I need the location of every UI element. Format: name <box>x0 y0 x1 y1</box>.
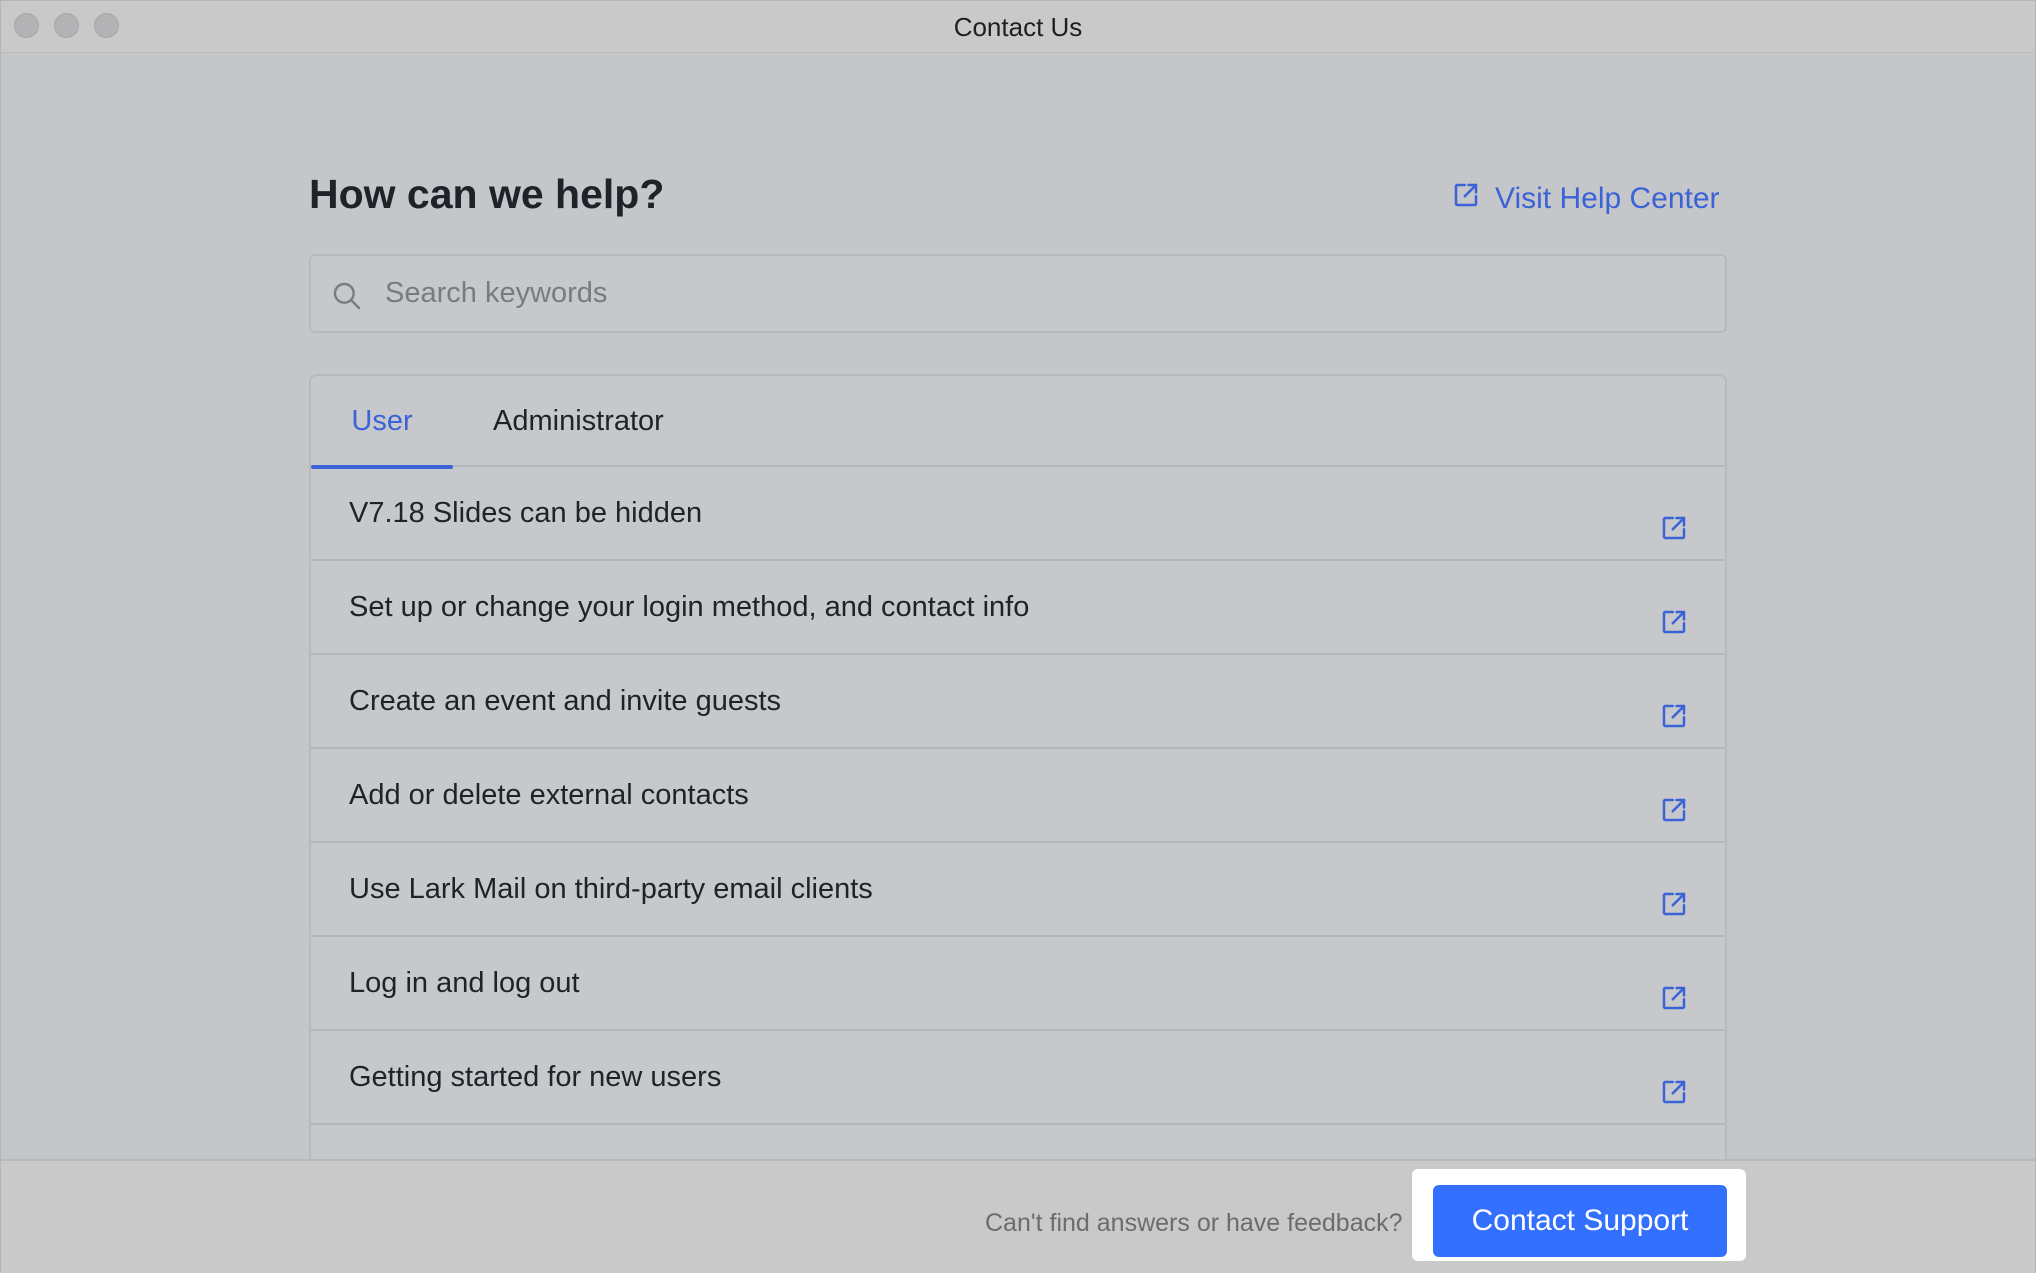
title-bar: Contact Us <box>1 1 2035 53</box>
external-link-icon <box>1451 180 1481 218</box>
feedback-prompt: Can't find answers or have feedback? <box>985 1209 1403 1237</box>
page-heading: How can we help? <box>309 171 665 217</box>
article-row[interactable]: V7.18 Slides can be hidden <box>311 467 1725 561</box>
article-row[interactable]: Log in and log out <box>311 937 1725 1031</box>
tab-administrator[interactable]: Administrator <box>493 376 664 467</box>
article-title: Add or delete external contacts <box>349 778 749 811</box>
article-row[interactable]: Create an event and invite guests <box>311 655 1725 749</box>
help-articles-panel: User Administrator V7.18 Slides can be h… <box>309 374 1727 1161</box>
article-row[interactable]: Set up or change your login method, and … <box>311 561 1725 655</box>
article-title: Use Lark Mail on third-party email clien… <box>349 872 873 905</box>
article-title: Log in and log out <box>349 966 580 999</box>
window-title: Contact Us <box>953 12 1083 42</box>
article-row[interactable]: Add or delete external contacts <box>311 749 1725 843</box>
article-row[interactable]: Getting started for new users <box>311 1031 1725 1125</box>
tab-user[interactable]: User <box>311 376 453 469</box>
article-title: Set up or change your login method, and … <box>349 590 1030 623</box>
contact-support-button[interactable]: Contact Support <box>1433 1185 1727 1257</box>
search-box[interactable] <box>309 254 1727 333</box>
audience-tabs: User Administrator <box>311 376 1725 469</box>
search-input[interactable] <box>385 256 1705 331</box>
article-title: Getting started for new users <box>349 1060 722 1093</box>
article-row[interactable] <box>311 1125 1725 1161</box>
article-title: V7.18 Slides can be hidden <box>349 496 703 529</box>
footer-bar: Can't find answers or have feedback? Con… <box>1 1159 2035 1273</box>
article-list: V7.18 Slides can be hidden Set up or chan… <box>311 467 1725 1161</box>
article-title: Create an event and invite guests <box>349 684 782 717</box>
contact-us-window: Contact Us How can we help? Visit Help C… <box>0 0 2036 1273</box>
visit-help-center-label: Visit Help Center <box>1495 182 1720 215</box>
article-row[interactable]: Use Lark Mail on third-party email clien… <box>311 843 1725 937</box>
visit-help-center-link[interactable]: Visit Help Center <box>1451 177 1720 221</box>
